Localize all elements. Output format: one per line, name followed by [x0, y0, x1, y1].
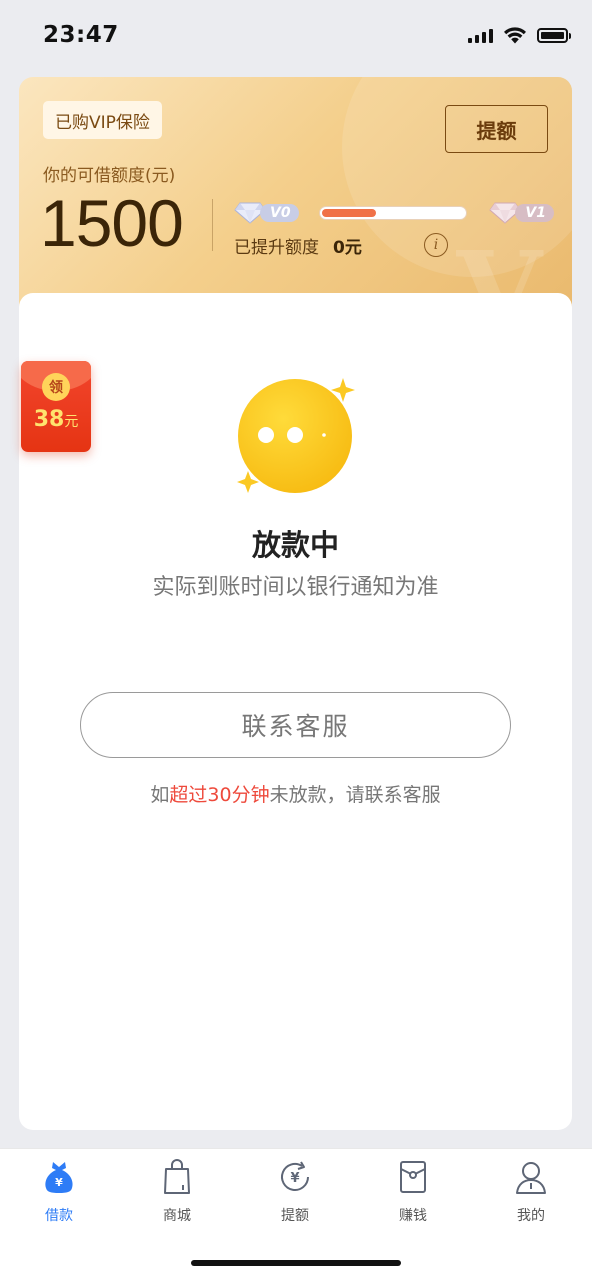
level-next-label: V1 — [515, 204, 554, 222]
battery-icon — [537, 27, 571, 43]
level-progress-bar — [319, 206, 467, 220]
red-envelope-coin: 领 — [42, 373, 70, 401]
status-icons — [468, 26, 571, 44]
user-icon — [516, 1162, 546, 1194]
svg-text:¥: ¥ — [290, 1171, 299, 1186]
red-envelope-amount-value: 38 — [33, 407, 65, 432]
level-progress-fill — [322, 209, 376, 217]
notice-suffix: 未放款，请联系客服 — [269, 784, 441, 806]
level-next: V1 — [489, 201, 554, 225]
tab-earn[interactable]: 赚钱 — [354, 1159, 472, 1229]
info-icon[interactable]: i — [424, 233, 448, 257]
level-current-label: V0 — [260, 204, 299, 222]
red-envelope-unit: 元 — [64, 414, 79, 430]
svg-text:¥: ¥ — [55, 1176, 63, 1189]
contact-service-button[interactable]: 联系客服 — [80, 692, 511, 758]
available-limit-value: 1500 — [40, 186, 184, 260]
tab-mall-label: 商城 — [163, 1208, 191, 1224]
tab-raise[interactable]: ¥ 提额 — [236, 1159, 354, 1229]
status-bar: 23:47 — [0, 0, 592, 72]
raised-limit-value: 0元 — [333, 238, 362, 258]
timeout-notice: 如超过30分钟未放款，请联系客服 — [19, 780, 572, 807]
tab-earn-label: 赚钱 — [399, 1208, 427, 1224]
tab-mall[interactable]: 商城 — [118, 1159, 236, 1229]
tab-loan-label: 借款 — [45, 1208, 73, 1224]
yuan-refresh-icon: ¥ — [281, 1161, 309, 1191]
shopping-bag-icon — [164, 1159, 190, 1194]
loan-status-card: 放款中 实际到账时间以银行通知为准 联系客服 如超过30分钟未放款，请联系客服 — [19, 293, 572, 1130]
smiley-coin-icon — [237, 378, 355, 493]
home-indicator — [191, 1260, 401, 1266]
wifi-icon — [504, 27, 526, 44]
tab-mine-label: 我的 — [517, 1208, 545, 1224]
tab-loan[interactable]: ¥ 借款 — [0, 1159, 118, 1229]
available-limit-label: 你的可借额度(元) — [43, 166, 176, 186]
envelope-icon — [400, 1161, 426, 1193]
red-envelope-button[interactable]: 领 38元 — [21, 361, 91, 452]
tab-mine[interactable]: 我的 — [472, 1159, 590, 1229]
notice-highlight: 超过30分钟 — [169, 784, 270, 806]
raised-limit-label: 已提升额度 — [234, 238, 319, 258]
vip-level-progress: V0 V1 — [234, 201, 554, 225]
divider — [212, 199, 213, 251]
red-envelope-amount: 38元 — [21, 407, 91, 432]
loan-state-subtitle: 实际到账时间以银行通知为准 — [152, 575, 439, 600]
notice-prefix: 如 — [150, 784, 170, 806]
money-bag-icon: ¥ — [45, 1162, 73, 1193]
raise-limit-button[interactable]: 提额 — [445, 105, 548, 153]
vip-insurance-badge[interactable]: 已购VIP保险 — [43, 101, 162, 139]
loan-state-title: 放款中 — [251, 528, 339, 562]
signal-icon — [468, 27, 493, 43]
level-current: V0 — [234, 201, 299, 225]
status-time: 23:47 — [43, 22, 119, 48]
tab-raise-label: 提额 — [281, 1208, 309, 1224]
raised-limit-row: 已提升额度 0元 — [234, 233, 362, 258]
